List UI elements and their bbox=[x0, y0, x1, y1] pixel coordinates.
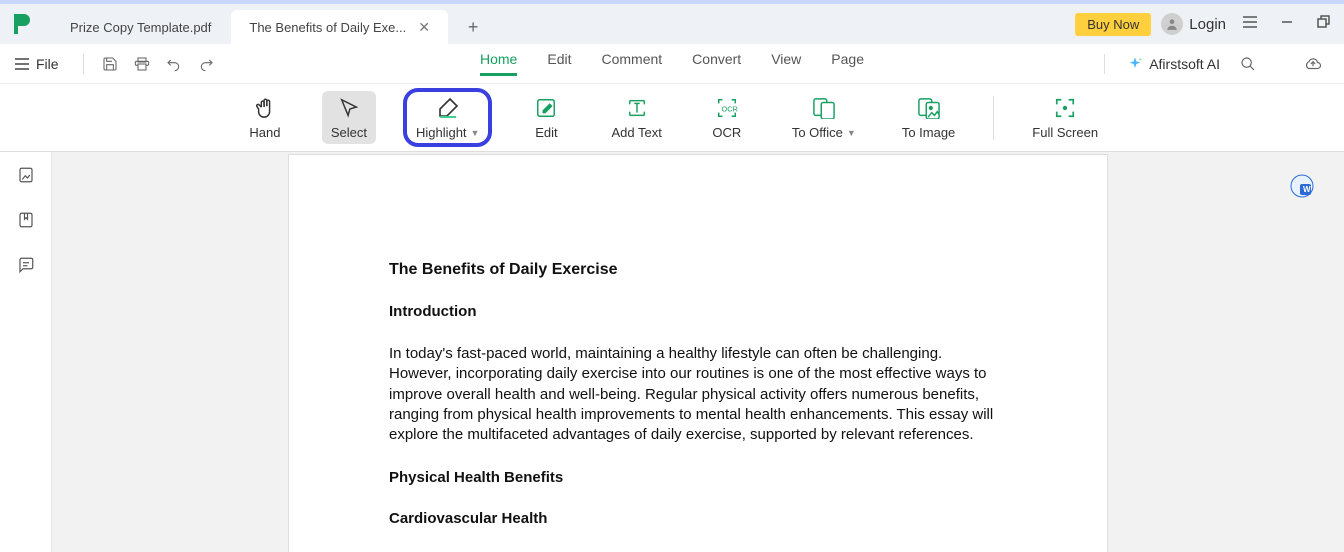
tool-to-image[interactable]: To Image bbox=[894, 91, 963, 144]
word-badge-icon[interactable]: W bbox=[1290, 174, 1314, 198]
new-tab-button[interactable]: + bbox=[450, 10, 486, 44]
sparkle-icon bbox=[1127, 56, 1143, 72]
file-label: File bbox=[36, 56, 59, 72]
login-button[interactable]: Login bbox=[1161, 13, 1226, 35]
comments-icon[interactable] bbox=[17, 256, 35, 279]
tool-label: Hand bbox=[249, 125, 280, 140]
tool-edit[interactable]: Edit bbox=[519, 91, 573, 144]
nav-home[interactable]: Home bbox=[480, 51, 517, 76]
print-icon[interactable] bbox=[126, 56, 158, 72]
redo-icon[interactable] bbox=[190, 56, 222, 72]
tool-label: OCR bbox=[712, 125, 741, 140]
chevron-down-icon: ▼ bbox=[471, 128, 480, 138]
menubar: File Home Edit Comment Convert View Page… bbox=[0, 44, 1344, 84]
toolbar: Hand Select Highlight ▼ Edit Add Text OC… bbox=[0, 84, 1344, 152]
divider bbox=[1104, 54, 1105, 74]
tool-label: Edit bbox=[535, 125, 557, 140]
fullscreen-icon bbox=[1054, 95, 1076, 121]
buy-now-button[interactable]: Buy Now bbox=[1075, 13, 1151, 36]
nav-edit[interactable]: Edit bbox=[547, 51, 571, 76]
tab-label: The Benefits of Daily Exe... bbox=[249, 20, 406, 35]
undo-icon[interactable] bbox=[158, 56, 190, 72]
ocr-icon: OCR bbox=[716, 95, 738, 121]
tool-add-text[interactable]: Add Text bbox=[603, 91, 669, 144]
login-label: Login bbox=[1189, 16, 1226, 33]
tool-label: Select bbox=[331, 125, 367, 140]
cloud-icon[interactable] bbox=[1296, 55, 1330, 73]
save-icon[interactable] bbox=[94, 56, 126, 72]
highlighter-icon bbox=[436, 95, 460, 121]
document-canvas[interactable]: W The Benefits of Daily Exercise Introdu… bbox=[52, 152, 1344, 552]
hand-icon bbox=[254, 95, 276, 121]
svg-text:OCR: OCR bbox=[721, 105, 737, 114]
tool-full-screen[interactable]: Full Screen bbox=[1024, 91, 1106, 144]
titlebar-right: Buy Now Login bbox=[1075, 13, 1336, 36]
tool-label: Full Screen bbox=[1032, 125, 1098, 140]
menubar-right: Afirstsoft AI bbox=[1094, 54, 1330, 74]
tool-hand[interactable]: Hand bbox=[238, 91, 292, 144]
close-icon[interactable]: ✕ bbox=[418, 19, 430, 36]
nav-page[interactable]: Page bbox=[831, 51, 864, 76]
tab-label: Prize Copy Template.pdf bbox=[70, 20, 211, 35]
tool-ocr[interactable]: OCR OCR bbox=[700, 91, 754, 144]
edit-icon bbox=[535, 95, 557, 121]
nav-view[interactable]: View bbox=[771, 51, 801, 76]
workspace: W The Benefits of Daily Exercise Introdu… bbox=[0, 152, 1344, 552]
nav-comment[interactable]: Comment bbox=[601, 51, 662, 76]
chevron-down-icon: ▼ bbox=[847, 128, 856, 138]
svg-text:W: W bbox=[1303, 185, 1311, 194]
divider bbox=[83, 54, 84, 74]
tool-highlight[interactable]: Highlight ▼ bbox=[406, 91, 490, 144]
tab-benefits-exercise[interactable]: The Benefits of Daily Exe... ✕ bbox=[231, 10, 448, 44]
divider bbox=[993, 96, 994, 140]
heading-physical: Physical Health Benefits bbox=[389, 469, 1007, 486]
tool-label: Add Text bbox=[611, 125, 661, 140]
nav-tabs: Home Edit Comment Convert View Page bbox=[480, 51, 864, 76]
search-icon[interactable] bbox=[1232, 56, 1264, 72]
nav-convert[interactable]: Convert bbox=[692, 51, 741, 76]
menu-icon[interactable] bbox=[1236, 15, 1264, 34]
document-page: The Benefits of Daily Exercise Introduct… bbox=[288, 154, 1108, 552]
file-menu[interactable]: File bbox=[14, 56, 59, 72]
left-sidebar bbox=[0, 152, 52, 552]
to-office-icon bbox=[812, 95, 836, 121]
app-logo bbox=[12, 12, 32, 36]
minimize-icon[interactable] bbox=[1274, 15, 1300, 34]
thumbnails-icon[interactable] bbox=[17, 166, 35, 189]
add-text-icon bbox=[626, 95, 648, 121]
tool-label: To Image bbox=[902, 125, 955, 140]
titlebar: Prize Copy Template.pdf The Benefits of … bbox=[0, 0, 1344, 44]
document-tabs: Prize Copy Template.pdf The Benefits of … bbox=[52, 4, 488, 44]
ai-button[interactable]: Afirstsoft AI bbox=[1127, 56, 1220, 72]
bookmarks-icon[interactable] bbox=[17, 211, 35, 234]
tab-prize-copy[interactable]: Prize Copy Template.pdf bbox=[52, 10, 229, 44]
heading-cardio: Cardiovascular Health bbox=[389, 510, 1007, 527]
tool-select[interactable]: Select bbox=[322, 91, 376, 144]
to-image-icon bbox=[917, 95, 941, 121]
tool-label: To Office bbox=[792, 125, 843, 140]
paragraph-intro: In today's fast-paced world, maintaining… bbox=[389, 344, 1007, 445]
restore-icon[interactable] bbox=[1310, 15, 1336, 34]
doc-title: The Benefits of Daily Exercise bbox=[389, 261, 1007, 279]
user-icon bbox=[1161, 13, 1183, 35]
heading-introduction: Introduction bbox=[389, 303, 1007, 320]
ai-label: Afirstsoft AI bbox=[1149, 56, 1220, 72]
tool-label: Highlight bbox=[416, 125, 467, 140]
cursor-icon bbox=[338, 95, 360, 121]
tool-to-office[interactable]: To Office ▼ bbox=[784, 91, 864, 144]
